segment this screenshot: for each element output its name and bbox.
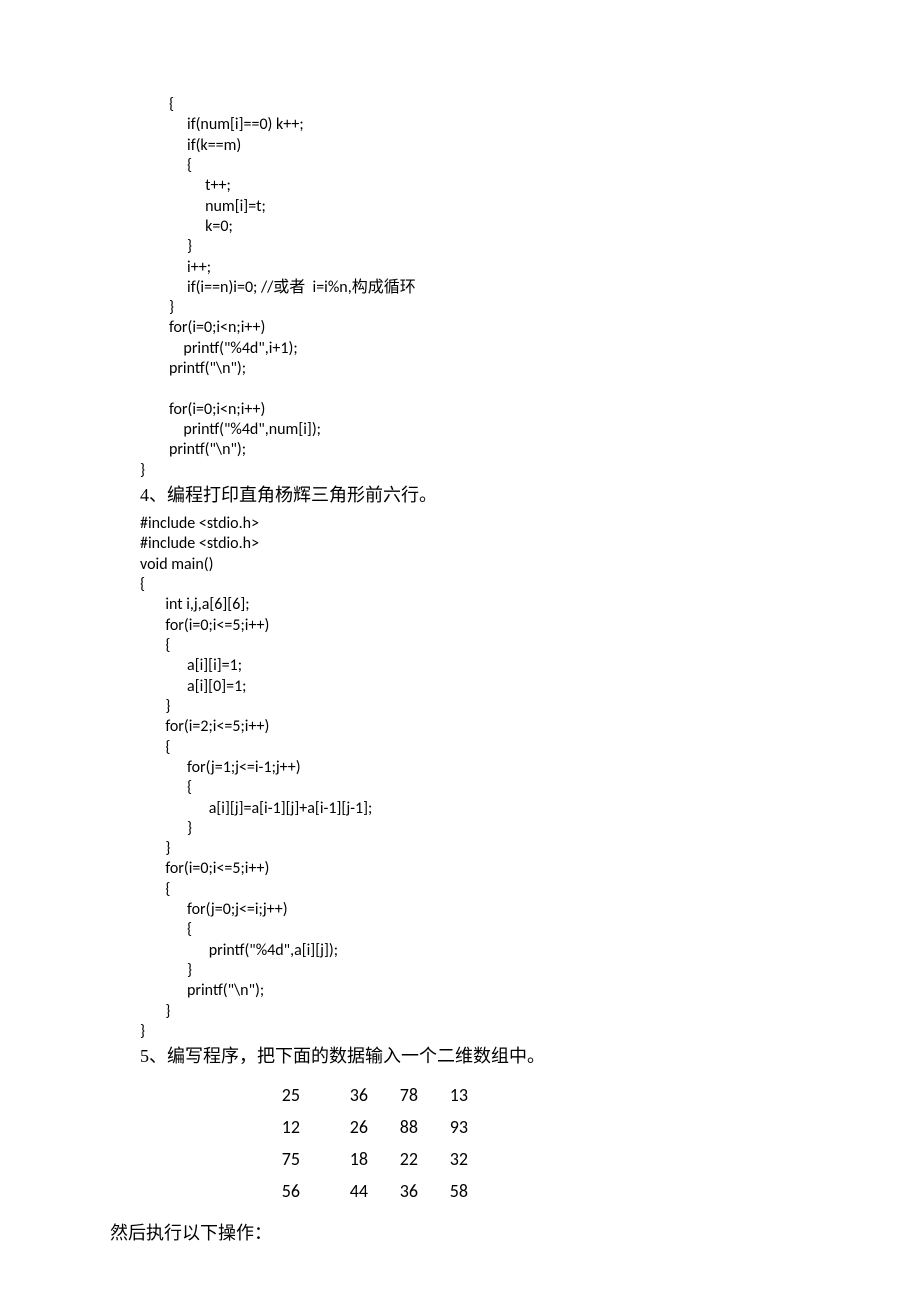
- code-block-1: { if(num[i]==0) k++; if(k==m) { t++; num…: [140, 95, 810, 481]
- cell: 25: [260, 1079, 328, 1111]
- cell: 88: [378, 1111, 428, 1143]
- cell: 44: [328, 1175, 378, 1207]
- table-row: 12 26 88 93: [260, 1111, 478, 1143]
- cell: 75: [260, 1143, 328, 1175]
- heading-5: 5、编写程序，把下面的数据输入一个二维数组中。: [140, 1044, 810, 1069]
- cell: 12: [260, 1111, 328, 1143]
- cell: 36: [378, 1175, 428, 1207]
- heading-4: 4、编程打印直角杨辉三角形前六行。: [140, 483, 810, 508]
- footer-text: 然后执行以下操作：: [110, 1219, 810, 1245]
- cell: 32: [428, 1143, 478, 1175]
- cell: 18: [328, 1143, 378, 1175]
- cell: 93: [428, 1111, 478, 1143]
- document-page: { if(num[i]==0) k++; if(k==m) { t++; num…: [0, 0, 920, 1305]
- cell: 36: [328, 1079, 378, 1111]
- table-row: 25 36 78 13: [260, 1079, 478, 1111]
- cell: 78: [378, 1079, 428, 1111]
- table-row: 75 18 22 32: [260, 1143, 478, 1175]
- data-matrix: 25 36 78 13 12 26 88 93 75 18 22 32 56 4…: [260, 1079, 478, 1207]
- table-row: 56 44 36 58: [260, 1175, 478, 1207]
- code-block-2: #include <stdio.h> #include <stdio.h> vo…: [140, 514, 810, 1042]
- cell: 56: [260, 1175, 328, 1207]
- cell: 13: [428, 1079, 478, 1111]
- cell: 22: [378, 1143, 428, 1175]
- cell: 26: [328, 1111, 378, 1143]
- cell: 58: [428, 1175, 478, 1207]
